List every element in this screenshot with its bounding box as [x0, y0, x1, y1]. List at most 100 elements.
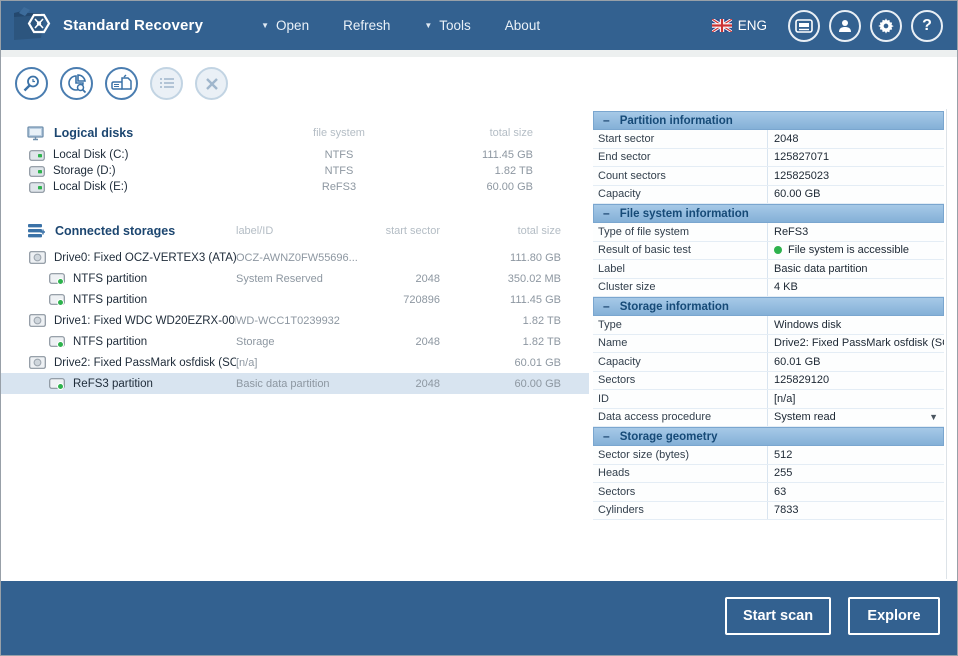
info-label: Sectors: [593, 483, 767, 501]
partition-row[interactable]: NTFS partition Storage 2048 1.82 TB: [1, 331, 589, 352]
info-label: Type: [593, 316, 767, 334]
footer-bar: Start scan Explore: [1, 581, 957, 655]
partition-label: Basic data partition: [236, 378, 376, 390]
language-selector[interactable]: ENG: [712, 18, 767, 33]
info-label: Label: [593, 260, 767, 278]
info-section-header[interactable]: – Storage geometry: [593, 427, 944, 446]
partition-icon: [49, 273, 65, 285]
info-label: Name: [593, 335, 767, 353]
info-label: Sector size (bytes): [593, 446, 767, 464]
partition-start-sector: 720896: [376, 294, 440, 306]
storage-stack-icon: [27, 223, 45, 239]
details-panel: – Partition information Start sector 204…: [593, 111, 944, 520]
disk-file-system: ReFS3: [273, 181, 405, 193]
info-row: Data access procedure System read▼: [593, 409, 944, 428]
disk-image-icon[interactable]: [105, 67, 138, 100]
info-label: Start sector: [593, 130, 767, 148]
drive-row[interactable]: Drive2: Fixed PassMark osfdisk (SCSI) [n…: [1, 352, 589, 373]
info-label: Data access procedure: [593, 409, 767, 427]
info-label: End sector: [593, 149, 767, 167]
logical-disks-header: Logical disks file system total size: [1, 123, 589, 143]
drive-icon: [29, 356, 46, 369]
disk-file-system: NTFS: [273, 165, 405, 177]
drive-label: [n/a]: [236, 357, 376, 369]
partition-icon: [49, 336, 65, 348]
menu-tools[interactable]: ▼ Tools: [424, 18, 470, 33]
logical-disks-title: Logical disks: [1, 126, 273, 141]
info-row: Type of file system ReFS3: [593, 223, 944, 242]
column-label-id: label/ID: [236, 225, 376, 237]
info-value: 125829120: [767, 372, 944, 390]
app-window: Standard Recovery ▼ Open Refresh ▼ Tools…: [0, 0, 958, 656]
info-section-header[interactable]: – Storage information: [593, 297, 944, 316]
log-icon: [150, 67, 183, 100]
partition-total-size: 1.82 TB: [440, 336, 589, 348]
disk-icon: [29, 166, 45, 177]
drive-row[interactable]: Drive1: Fixed WDC WD20EZRX-00DC... WD-WC…: [1, 310, 589, 331]
info-row: Count sectors 125825023: [593, 167, 944, 186]
info-value: 60.01 GB: [767, 353, 944, 371]
info-row: Sector size (bytes) 512: [593, 446, 944, 465]
info-label: Result of basic test: [593, 242, 767, 260]
user-icon[interactable]: [829, 10, 861, 42]
data-access-procedure-select[interactable]: System read▼: [767, 409, 944, 427]
connected-storages-header: Connected storages label/ID start sector…: [1, 221, 589, 241]
logical-disk-row[interactable]: Storage (D:) NTFS 1.82 TB: [1, 163, 589, 179]
drive-name: Drive1: Fixed WDC WD20EZRX-00DC...: [54, 315, 236, 327]
title-bar: Standard Recovery ▼ Open Refresh ▼ Tools…: [1, 1, 957, 50]
info-section-rows: Type of file system ReFS3 Result of basi…: [593, 223, 944, 297]
info-row: Capacity 60.00 GB: [593, 186, 944, 205]
menu-open[interactable]: ▼ Open: [261, 18, 309, 33]
info-section-title: Storage geometry: [620, 431, 718, 443]
dropdown-caret-icon[interactable]: ▼: [929, 412, 938, 422]
connected-storages-title: Connected storages: [1, 223, 236, 239]
info-section-header[interactable]: – File system information: [593, 204, 944, 223]
partition-row[interactable]: NTFS partition 720896 111.45 GB: [1, 289, 589, 310]
info-row: Sectors 63: [593, 483, 944, 502]
info-row: Sectors 125829120: [593, 372, 944, 391]
logical-disk-row[interactable]: Local Disk (E:) ReFS3 60.00 GB: [1, 179, 589, 195]
help-icon[interactable]: ?: [911, 10, 943, 42]
info-row: Cylinders 7833: [593, 502, 944, 521]
info-row: End sector 125827071: [593, 149, 944, 168]
partition-total-size: 350.02 MB: [440, 273, 589, 285]
drive-name: Drive2: Fixed PassMark osfdisk (SCSI): [54, 357, 236, 369]
info-value: 2048: [767, 130, 944, 148]
info-section-title: File system information: [620, 208, 749, 220]
info-row: Heads 255: [593, 465, 944, 484]
info-section-header[interactable]: – Partition information: [593, 111, 944, 130]
drive-icon: [29, 251, 46, 264]
drive-row[interactable]: Drive0: Fixed OCZ-VERTEX3 (ATA) OCZ-AWNZ…: [1, 247, 589, 268]
column-start-sector: start sector: [376, 225, 440, 237]
drive-total-size: 60.01 GB: [440, 357, 589, 369]
info-section: – Partition information Start sector 204…: [593, 111, 944, 204]
info-value: File system is accessible: [767, 242, 944, 260]
menu-refresh[interactable]: Refresh: [343, 18, 390, 33]
drive-total-size: 1.82 TB: [440, 315, 589, 327]
close-icon: [195, 67, 228, 100]
collapse-icon: –: [594, 206, 620, 222]
news-icon[interactable]: [788, 10, 820, 42]
info-value: 63: [767, 483, 944, 501]
info-value: 7833: [767, 502, 944, 520]
info-value: [n/a]: [767, 390, 944, 408]
search-icon[interactable]: [15, 67, 48, 100]
start-scan-button[interactable]: Start scan: [725, 597, 831, 635]
storage-list-pane: Logical disks file system total size Loc…: [1, 109, 589, 579]
logical-disk-row[interactable]: Local Disk (C:) NTFS 111.45 GB: [1, 147, 589, 163]
menu-about[interactable]: About: [505, 18, 540, 33]
info-value: 255: [767, 465, 944, 483]
info-section-title: Partition information: [620, 115, 733, 127]
info-label: ID: [593, 390, 767, 408]
partition-row[interactable]: NTFS partition System Reserved 2048 350.…: [1, 268, 589, 289]
main-menu: ▼ Open Refresh ▼ Tools About: [261, 18, 540, 33]
partition-row[interactable]: ReFS3 partition Basic data partition 204…: [1, 373, 589, 394]
collapse-icon: –: [594, 299, 620, 315]
info-section-rows: Type Windows disk Name Drive2: Fixed Pas…: [593, 316, 944, 427]
disk-name: Local Disk (C:): [53, 149, 128, 161]
explore-button[interactable]: Explore: [848, 597, 940, 635]
info-value: 125827071: [767, 149, 944, 167]
analyze-icon[interactable]: [60, 67, 93, 100]
partition-start-sector: 2048: [376, 336, 440, 348]
settings-icon[interactable]: [870, 10, 902, 42]
